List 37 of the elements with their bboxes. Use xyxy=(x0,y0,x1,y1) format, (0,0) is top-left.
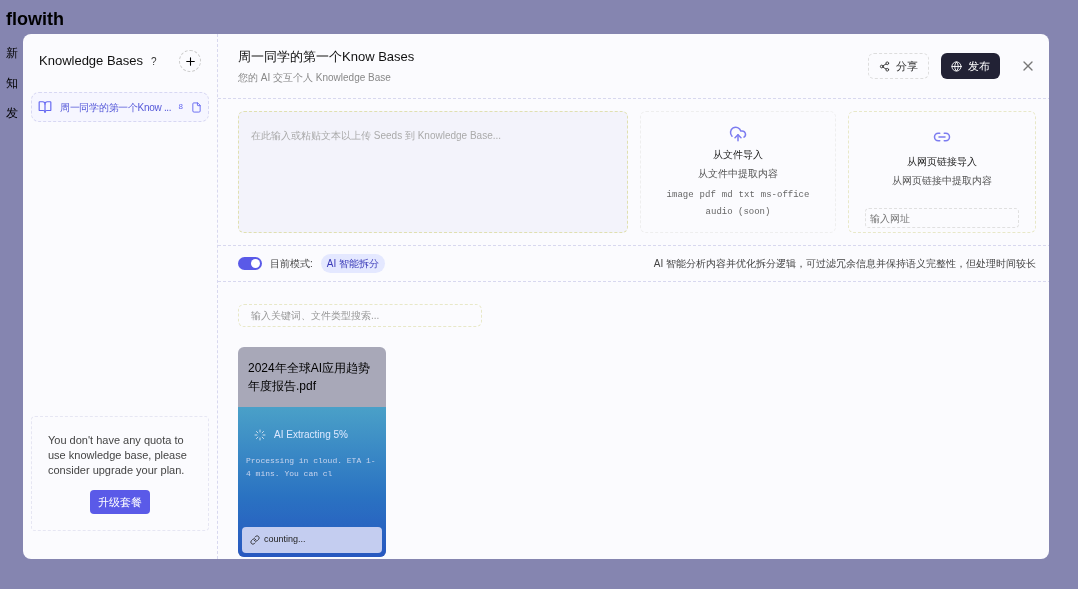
file-name: 2024年全球AI应用趋势年度报告.pdf xyxy=(247,360,372,395)
file-import-subtitle: 从文件中提取内容 xyxy=(698,166,778,181)
file-format: ms-office xyxy=(760,188,810,202)
share-button[interactable]: 分享 xyxy=(868,53,929,79)
page-title: 周一同学的第一个Know Bases xyxy=(238,47,415,66)
mode-description: AI 智能分析内容并优化拆分逻辑，可过滤冗余信息并保持语义完整性，但处理时间较长 xyxy=(653,257,1036,271)
file-card[interactable]: 2024年全球AI应用趋势年度报告.pdf AI Extracting 5% Processing in cloud. ETA 1-4 mins. You can cl counting... xyxy=(238,347,386,557)
file-import-card[interactable]: 从文件导入 从文件中提取内容 image pdf md txt ms-office audio (soon) xyxy=(640,111,836,233)
link-import-subtitle: 从网页链接中提取内容 xyxy=(892,174,992,188)
publish-button[interactable]: 发布 xyxy=(941,53,1000,79)
link-import-card[interactable]: 从网页链接导入 从网页链接中提取内容 输入网址 xyxy=(848,111,1036,233)
file-format: md xyxy=(721,188,733,202)
nav-item[interactable]: 发 xyxy=(6,106,18,120)
extract-detail: Processing in cloud. ETA 1-4 mins. You can cl xyxy=(246,455,377,480)
quota-notice: You don't have any quota to use knowledge base, please consider upgrade your plan. xyxy=(48,432,188,478)
file-format: txt xyxy=(738,188,755,202)
sidebar-title: Knowledge Bases xyxy=(39,52,144,71)
page-subtitle: 您的 AI 交互个人 Knowledge Base xyxy=(238,71,392,86)
search-field[interactable]: 输入关键词、文件类型搜索... xyxy=(238,304,482,327)
item-count: 8 xyxy=(178,101,183,113)
mode-label: 目前模式: xyxy=(270,257,313,271)
file-format: image xyxy=(666,188,694,202)
url-field[interactable]: 输入网址 xyxy=(865,208,1019,228)
footer-status: counting... xyxy=(264,533,306,547)
file-import-title: 从文件导入 xyxy=(713,147,763,162)
link-import-title: 从网页链接导入 xyxy=(907,155,977,169)
item-label: 周一同学的第一个Know ... xyxy=(60,100,171,115)
audio-note: audio (soon) xyxy=(705,206,771,219)
extract-status: AI Extracting 5% xyxy=(274,428,348,442)
nav-item[interactable]: 新 xyxy=(6,46,18,60)
nav-item[interactable]: 知 xyxy=(6,76,18,90)
file-format: pdf xyxy=(699,188,716,202)
help-icon[interactable]: ? xyxy=(151,53,157,69)
knowledge-base-item[interactable]: 周一同学的第一个Know ... 8 xyxy=(31,92,209,122)
upgrade-button[interactable]: 升级套餐 xyxy=(90,489,150,514)
app-logo: flowith xyxy=(6,8,64,30)
mode-badge: AI 智能拆分 xyxy=(320,254,385,273)
